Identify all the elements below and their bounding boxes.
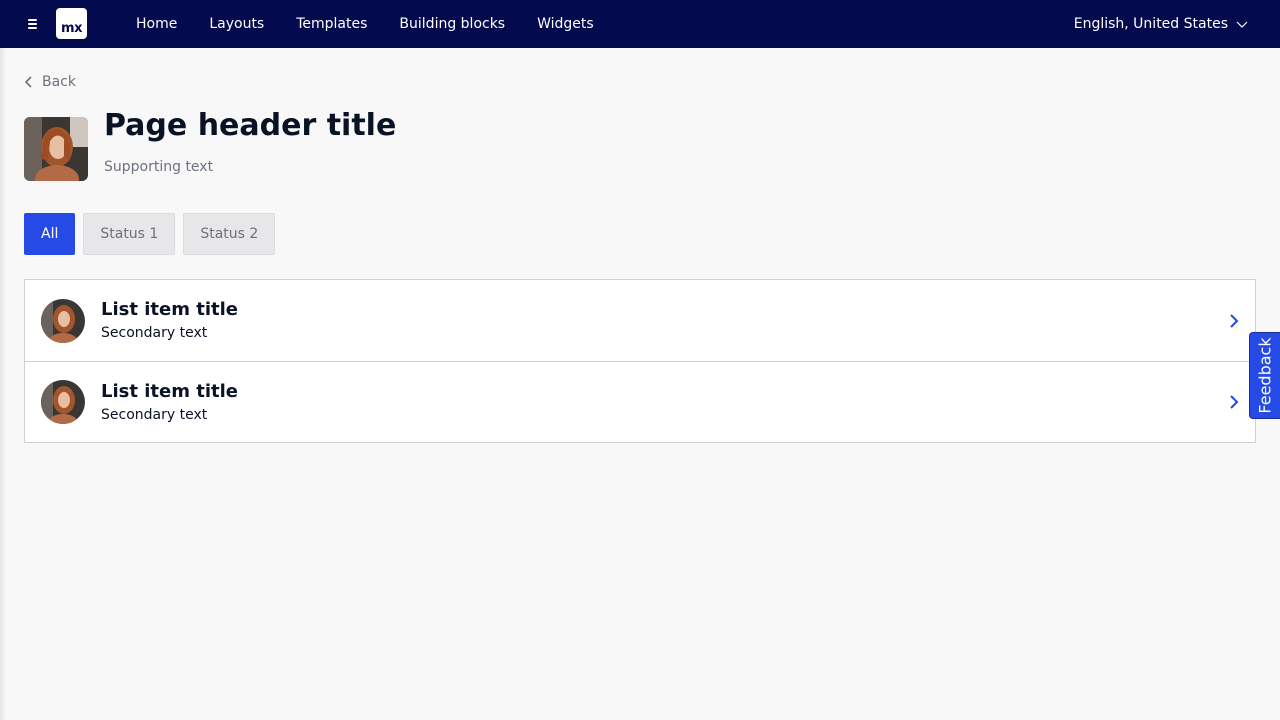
list-item[interactable]: List item title Secondary text (25, 361, 1255, 442)
list-item-title: List item title (101, 299, 238, 320)
chevron-left-icon (24, 76, 32, 88)
list-item-secondary: Secondary text (101, 325, 208, 341)
chevron-right-icon (1230, 313, 1239, 328)
left-edge-shadow (0, 48, 6, 720)
nav-item-templates[interactable]: Templates (296, 16, 367, 32)
top-navigation-bar: mx Home Layouts Templates Building block… (0, 0, 1280, 48)
feedback-tab[interactable]: Feedback (1249, 332, 1280, 419)
feedback-label: Feedback (1255, 337, 1275, 414)
nav-item-layouts[interactable]: Layouts (209, 16, 264, 32)
page-supporting-text: Supporting text (104, 159, 214, 175)
nav-item-widgets[interactable]: Widgets (537, 16, 594, 32)
language-label: English, United States (1073, 16, 1228, 32)
filter-status-2-button[interactable]: Status 2 (183, 213, 276, 255)
item-list: List item title Secondary text List item… (24, 279, 1256, 443)
menu-icon[interactable] (24, 16, 40, 32)
filter-all-button[interactable]: All (24, 213, 76, 255)
logo[interactable]: mx (56, 8, 87, 39)
back-label: Back (42, 74, 76, 90)
avatar (41, 380, 85, 424)
chevron-down-icon (1236, 21, 1248, 28)
logo-text: mx (61, 21, 82, 36)
list-item[interactable]: List item title Secondary text (25, 280, 1255, 361)
chevron-right-icon (1230, 395, 1239, 409)
list-item-title: List item title (101, 380, 238, 402)
nav-item-home[interactable]: Home (136, 16, 177, 32)
nav-item-building-blocks[interactable]: Building blocks (399, 16, 505, 32)
main-nav: Home Layouts Templates Building blocks W… (136, 0, 626, 48)
status-filter-group: All Status 1 Status 2 (24, 213, 276, 255)
list-item-secondary: Secondary text (101, 406, 208, 423)
page-title: Page header title (104, 108, 397, 143)
page-header-image (24, 117, 88, 181)
back-link[interactable]: Back (24, 72, 76, 92)
avatar (41, 298, 85, 343)
filter-status-1-button[interactable]: Status 1 (83, 213, 176, 255)
language-selector[interactable]: English, United States (1074, 0, 1248, 48)
